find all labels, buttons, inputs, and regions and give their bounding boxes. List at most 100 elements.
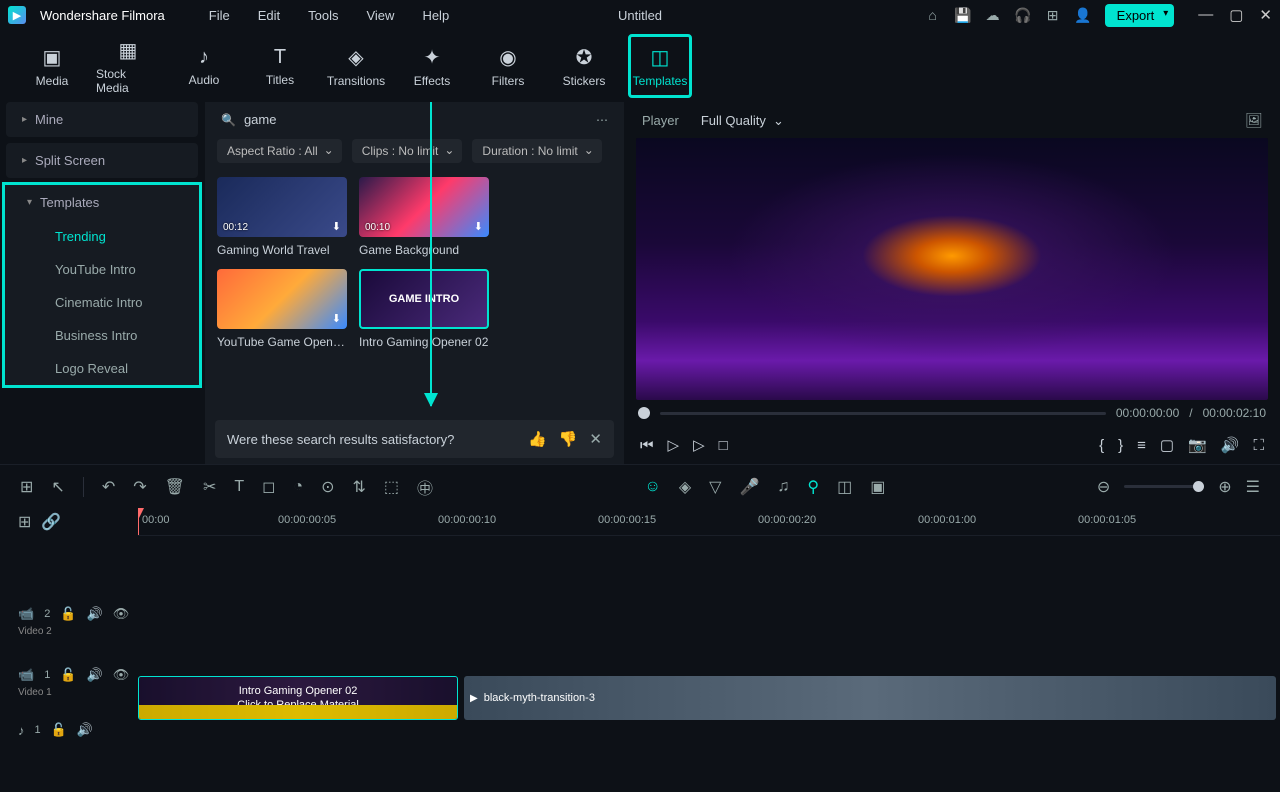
undo-icon[interactable]: ↶: [102, 477, 115, 497]
play-range-icon[interactable]: ▷: [693, 436, 705, 454]
search-input[interactable]: [244, 112, 588, 127]
tool-select-icon[interactable]: ⊞: [20, 477, 33, 497]
menu-edit[interactable]: Edit: [258, 8, 280, 23]
dismiss-icon[interactable]: ✕: [589, 430, 602, 448]
menu-view[interactable]: View: [366, 8, 394, 23]
tab-filters[interactable]: ◉Filters: [476, 34, 540, 98]
more-options-icon[interactable]: ⋯: [596, 113, 608, 127]
display-icon[interactable]: ▢: [1160, 436, 1174, 454]
template-tile[interactable]: GAME INTRO Intro Gaming Opener 02: [359, 269, 489, 349]
mask-icon[interactable]: ◔: [293, 478, 303, 496]
visibility-icon[interactable]: 👁: [113, 606, 130, 622]
tab-titles[interactable]: TTitles: [248, 34, 312, 98]
menu-file[interactable]: File: [209, 8, 230, 23]
tab-media[interactable]: ▣Media: [20, 34, 84, 98]
magnet-icon[interactable]: ⚲: [807, 477, 819, 497]
filter-clips[interactable]: Clips : No limit: [352, 139, 463, 163]
track-video2[interactable]: [138, 586, 1280, 642]
close-icon[interactable]: ✕: [1259, 6, 1272, 24]
add-track-icon[interactable]: ⊞: [18, 512, 31, 532]
tool-cursor-icon[interactable]: ↖: [51, 477, 64, 497]
adjust-icon[interactable]: ⇅: [352, 477, 365, 497]
audio-mixer-icon[interactable]: ♫: [777, 478, 789, 496]
group-icon[interactable]: ◫: [837, 477, 852, 497]
account-icon[interactable]: 👤: [1075, 7, 1091, 23]
template-tile[interactable]: ⬇ YouTube Game Opene...: [217, 269, 347, 349]
sidebar-sub-cinematic-intro[interactable]: Cinematic Intro: [11, 286, 193, 319]
zoom-in-icon[interactable]: ⊕: [1218, 477, 1231, 497]
tab-effects[interactable]: ✦Effects: [400, 34, 464, 98]
lock-icon[interactable]: 🔓: [51, 722, 67, 738]
save-icon[interactable]: 💾: [955, 7, 971, 23]
mic-icon[interactable]: 🎤: [739, 477, 759, 497]
quality-select[interactable]: Full Quality: [697, 109, 790, 132]
zoom-slider[interactable]: [1124, 485, 1204, 488]
visibility-icon[interactable]: 👁: [113, 667, 130, 683]
render-icon[interactable]: ≡: [1137, 437, 1146, 454]
download-icon[interactable]: ⬇: [332, 312, 341, 325]
volume-icon[interactable]: 🔊: [1221, 436, 1240, 454]
template-tile[interactable]: 00:10⬇ Game Background: [359, 177, 489, 257]
menu-tools[interactable]: Tools: [308, 8, 338, 23]
mark-in-icon[interactable]: {: [1099, 437, 1104, 454]
crop-icon[interactable]: ◻: [262, 477, 275, 497]
redo-icon[interactable]: ↷: [133, 477, 146, 497]
filter-aspect-ratio[interactable]: Aspect Ratio : All: [217, 139, 342, 163]
preview-window[interactable]: [636, 138, 1268, 400]
keyframe-icon[interactable]: ◈: [679, 477, 691, 497]
menu-help[interactable]: Help: [422, 8, 449, 23]
device-icon[interactable]: ⌂: [925, 7, 941, 23]
safe-zone-icon[interactable]: ▣: [870, 477, 885, 497]
ai-tool-icon[interactable]: ☺: [645, 478, 661, 496]
sidebar-item-templates[interactable]: Templates: [11, 185, 193, 220]
playhead[interactable]: [138, 508, 139, 535]
track-head-audio1[interactable]: ♪1 🔓 🔊: [0, 702, 138, 758]
timeline-ruler[interactable]: 00:00 00:00:00:05 00:00:00:10 00:00:00:1…: [138, 508, 1280, 536]
sidebar-sub-trending[interactable]: Trending: [11, 220, 193, 253]
maximize-icon[interactable]: ▢: [1229, 6, 1243, 24]
translate-icon[interactable]: ㊥: [417, 475, 433, 499]
mute-icon[interactable]: 🔊: [87, 667, 103, 683]
filter-duration[interactable]: Duration : No limit: [472, 139, 601, 163]
tab-transitions[interactable]: ◈Transitions: [324, 34, 388, 98]
marker-icon[interactable]: ▽: [709, 477, 721, 497]
sidebar-sub-logo-reveal[interactable]: Logo Reveal: [11, 352, 193, 385]
delete-icon[interactable]: 🗑: [165, 477, 185, 497]
sidebar-item-split-screen[interactable]: Split Screen: [6, 143, 198, 178]
mark-out-icon[interactable]: }: [1118, 437, 1123, 454]
cut-icon[interactable]: ✂: [203, 477, 216, 497]
download-icon[interactable]: ⬇: [332, 220, 341, 233]
speed-icon[interactable]: ⊙: [321, 477, 334, 497]
sidebar-sub-youtube-intro[interactable]: YouTube Intro: [11, 253, 193, 286]
template-tile[interactable]: 00:12⬇ Gaming World Travel: [217, 177, 347, 257]
timeline-clip-video[interactable]: ▶ black-myth-transition-3: [464, 676, 1276, 720]
link-icon[interactable]: 🔗: [41, 512, 61, 532]
apps-icon[interactable]: ⊞: [1045, 7, 1061, 23]
snapshot-icon[interactable]: 📷: [1188, 436, 1207, 454]
color-icon[interactable]: ⬚: [384, 477, 399, 497]
tab-stickers[interactable]: ✪Stickers: [552, 34, 616, 98]
track-video1[interactable]: Intro Gaming Opener 02 Click to Replace …: [138, 670, 1280, 726]
thumbs-down-icon[interactable]: 👎: [559, 430, 578, 448]
export-button[interactable]: Export: [1105, 4, 1175, 27]
fullscreen-icon[interactable]: ⛶: [1253, 437, 1264, 454]
lock-icon[interactable]: 🔓: [60, 606, 76, 622]
tab-templates[interactable]: ◫Templates: [628, 34, 692, 98]
playhead-handle[interactable]: [638, 407, 650, 419]
stop-icon[interactable]: □: [719, 437, 728, 454]
text-tool-icon[interactable]: T: [234, 478, 244, 496]
play-icon[interactable]: ▷: [668, 436, 680, 454]
mute-icon[interactable]: 🔊: [77, 722, 93, 738]
progress-bar[interactable]: [660, 412, 1106, 415]
headphones-icon[interactable]: 🎧: [1015, 7, 1031, 23]
tab-audio[interactable]: ♪Audio: [172, 34, 236, 98]
prev-frame-icon[interactable]: ⏮: [640, 437, 654, 454]
cloud-icon[interactable]: ☁: [985, 7, 1001, 23]
mute-icon[interactable]: 🔊: [87, 606, 103, 622]
timeline-clip-template[interactable]: Intro Gaming Opener 02 Click to Replace …: [138, 676, 458, 720]
thumbs-up-icon[interactable]: 👍: [528, 430, 547, 448]
view-options-icon[interactable]: ☰: [1246, 477, 1260, 497]
minimize-icon[interactable]: —: [1198, 6, 1213, 24]
lock-icon[interactable]: 🔓: [60, 667, 76, 683]
tab-stock-media[interactable]: ▦Stock Media: [96, 34, 160, 98]
